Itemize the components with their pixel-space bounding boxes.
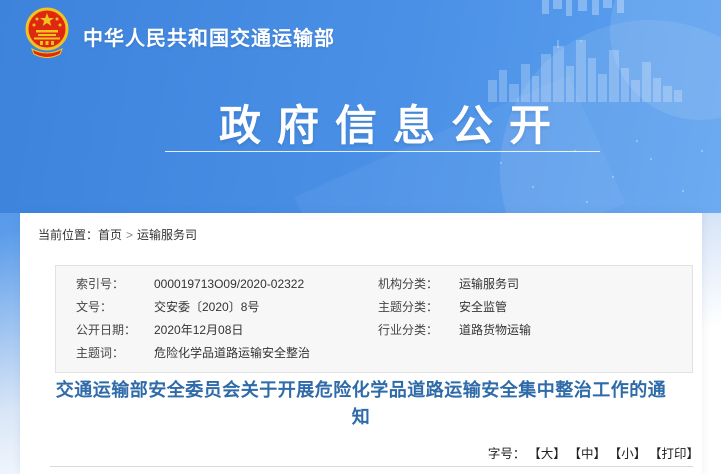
meta-label-industry-category: 行业分类： [378, 319, 459, 342]
table-row: 索引号： 000019713O09/2020-02322 机构分类： 运输服务司 [56, 273, 692, 296]
article-title: 交通运输部安全委员会关于开展危险化学品道路运输安全集中整治工作的通知 [50, 377, 672, 431]
breadcrumb-separator: > [126, 228, 133, 242]
meta-label-doc-no: 文号： [56, 296, 154, 319]
page: 中华人民共和国交通运输部 政府信息公开 当前位置：首页 > 运输服务司 索引号： 0… [0, 0, 721, 474]
content-divider [50, 466, 693, 467]
meta-label-publish-date: 公开日期： [56, 319, 154, 342]
meta-value-doc-no: 交安委〔2020〕8号 [154, 296, 378, 319]
document-meta-table: 索引号： 000019713O09/2020-02322 机构分类： 运输服务司… [55, 265, 693, 373]
meta-value-topic-category: 安全监管 [459, 296, 692, 319]
ministry-name: 中华人民共和国交通运输部 [83, 22, 335, 51]
font-size-label: 字号： [488, 447, 526, 461]
meta-value-keywords: 危险化学品道路运输安全整治 [154, 342, 378, 365]
meta-value-index-no: 000019713O09/2020-02322 [154, 273, 378, 296]
print-button[interactable]: 【打印】 [655, 447, 699, 461]
font-size-large-button[interactable]: 【大】 [534, 447, 565, 461]
meta-value-empty [459, 342, 692, 365]
page-title-underline [165, 151, 600, 152]
breadcrumb: 当前位置：首页 > 运输服务司 [38, 226, 197, 243]
breadcrumb-label: 当前位置： [38, 228, 98, 242]
meta-label-empty [378, 342, 459, 365]
table-row: 文号： 交安委〔2020〕8号 主题分类： 安全监管 [56, 296, 692, 319]
site-banner: 中华人民共和国交通运输部 政府信息公开 [0, 0, 721, 213]
meta-value-org-category: 运输服务司 [459, 273, 692, 296]
meta-label-org-category: 机构分类： [378, 273, 459, 296]
font-size-small-button[interactable]: 【小】 [615, 447, 646, 461]
breadcrumb-home-link[interactable]: 首页 [98, 228, 122, 242]
font-size-medium-button[interactable]: 【中】 [575, 447, 606, 461]
meta-label-topic-category: 主题分类： [378, 296, 459, 319]
page-title: 政府信息公开 [65, 92, 705, 153]
table-row: 公开日期： 2020年12月08日 行业分类： 道路货物运输 [56, 319, 692, 342]
meta-value-industry-category: 道路货物运输 [459, 319, 692, 342]
content-card: 当前位置：首页 > 运输服务司 索引号： 000019713O09/2020-023… [20, 213, 702, 474]
font-size-controls: 字号： 【大】【中】【小】【打印】 [39, 443, 699, 462]
meta-label-index-no: 索引号： [56, 273, 154, 296]
meta-value-publish-date: 2020年12月08日 [154, 319, 378, 342]
table-row: 主题词： 危险化学品道路运输安全整治 [56, 342, 692, 365]
meta-label-keywords: 主题词： [56, 342, 154, 365]
national-emblem-icon [24, 7, 70, 61]
breadcrumb-section-link[interactable]: 运输服务司 [137, 228, 197, 242]
